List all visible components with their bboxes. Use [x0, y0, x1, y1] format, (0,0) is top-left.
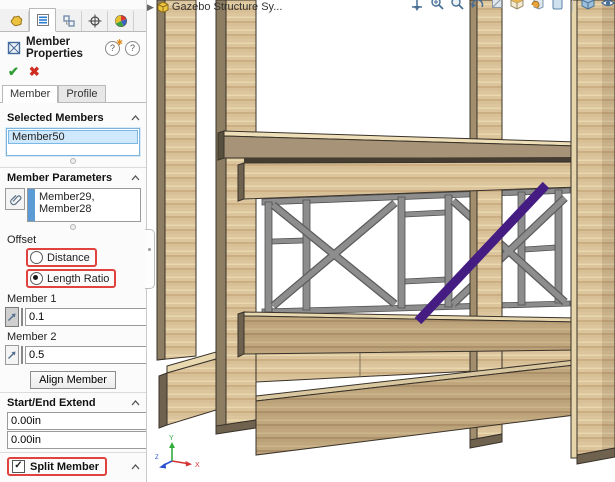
property-manager-tab[interactable]: [29, 8, 56, 32]
member1-flip-button[interactable]: [5, 307, 19, 327]
section-view-icon[interactable]: [490, 0, 505, 12]
split-member-header[interactable]: ✓ Split Member: [0, 453, 146, 478]
link-members-button[interactable]: [5, 188, 25, 210]
collapse-chevron-icon[interactable]: [131, 400, 140, 406]
whats-new-help-icon[interactable]: ?✱: [105, 41, 120, 56]
collapse-chevron-icon[interactable]: [131, 464, 140, 470]
configuration-icon: [62, 14, 76, 28]
arrow-ne-icon: [6, 311, 18, 323]
member2-label: Member 2: [0, 327, 146, 344]
member-properties-icon: [7, 41, 21, 55]
member1-color-swatch: [21, 308, 23, 326]
based-on-label: Based On:: [0, 478, 146, 482]
feature-tree-root[interactable]: ▶ Gazebo Structure Sy...: [147, 1, 282, 13]
paperclip-icon: [9, 193, 22, 206]
previous-view-icon[interactable]: [470, 0, 485, 12]
cancel-x-icon[interactable]: ✖: [29, 64, 40, 80]
arrow-ne-icon: [6, 349, 18, 361]
extend-end-input[interactable]: [7, 431, 147, 449]
ok-check-icon[interactable]: ✔: [8, 64, 19, 80]
graphics-viewport[interactable]: ▶ Gazebo Structure Sy...: [147, 0, 615, 482]
heads-up-toolbar: [410, 0, 615, 12]
color-wheel-icon: [114, 14, 128, 28]
wood-structure: [157, 0, 577, 455]
zoom-to-fit-icon[interactable]: [430, 0, 445, 12]
z-axis-label: Z: [155, 455, 159, 461]
y-axis-arrow: [169, 442, 175, 448]
selected-members-list[interactable]: Member50: [6, 128, 140, 156]
left-post-b: [216, 0, 256, 434]
distance-radio-annotation: Distance: [26, 248, 97, 267]
member2-ratio-input[interactable]: [25, 346, 147, 364]
features-icon: [9, 14, 23, 28]
toolbar-separator: [572, 0, 573, 12]
member2-flip-button[interactable]: [5, 345, 19, 365]
resize-grip[interactable]: [70, 158, 76, 164]
distance-radio[interactable]: [30, 251, 43, 264]
help-icon[interactable]: ?: [125, 41, 140, 56]
collapse-chevron-icon[interactable]: [131, 175, 140, 181]
display-manager-tab[interactable]: [108, 11, 134, 31]
zoom-to-area-icon[interactable]: [450, 0, 465, 12]
z-axis-arrow: [159, 463, 166, 469]
length-ratio-radio-annotation: Length Ratio: [26, 269, 116, 288]
align-member-button[interactable]: Align Member: [30, 371, 116, 389]
tree-expand-icon[interactable]: ▶: [147, 2, 154, 13]
y-axis-label: Y: [169, 435, 174, 442]
right-post: [571, 0, 615, 464]
bottom-rail: [238, 312, 577, 357]
distance-radio-label: Distance: [47, 252, 90, 264]
member1-ratio-input[interactable]: [25, 308, 147, 326]
assembly-icon: [157, 1, 169, 13]
x-axis-arrow: [186, 461, 193, 467]
page-title: Member Properties: [26, 36, 100, 60]
offset-label: Offset: [0, 230, 146, 247]
corner-board: [159, 352, 216, 428]
parameters-color-bar: [28, 189, 35, 221]
split-member-annotation: ✓ Split Member: [7, 457, 107, 476]
view-cube-icon[interactable]: [580, 0, 596, 12]
hide-show-items-icon[interactable]: [530, 0, 545, 12]
start-end-extend-header[interactable]: Start/End Extend: [0, 393, 146, 411]
selected-members-header[interactable]: Selected Members: [0, 108, 146, 126]
member-parameters-header[interactable]: Member Parameters: [0, 168, 146, 186]
solidworks-window: Member Properties ?✱ ? ✔ ✖ Member Profil…: [0, 0, 615, 482]
target-icon: [88, 14, 102, 28]
member-parameters-list[interactable]: Member29, Member28: [27, 188, 141, 222]
view-orientation-icon[interactable]: [410, 0, 425, 12]
features-tab[interactable]: [3, 11, 29, 31]
length-ratio-radio-label: Length Ratio: [47, 273, 109, 285]
x-axis-label: X: [195, 462, 200, 469]
gazebo-3d-model[interactable]: X Y Z: [155, 0, 615, 482]
extend-start-input[interactable]: [7, 412, 147, 430]
member2-color-swatch: [21, 346, 23, 364]
split-member-label: Split Member: [30, 461, 99, 473]
split-member-checkbox[interactable]: ✓: [12, 460, 25, 473]
member1-label: Member 1: [0, 289, 146, 306]
parameters-value: Member29, Member28: [35, 189, 140, 221]
tab-member[interactable]: Member: [2, 85, 58, 103]
edit-appearance-icon[interactable]: [550, 0, 565, 12]
panel-flyout-handle[interactable]: [145, 229, 155, 289]
left-post-a: [157, 0, 196, 360]
property-manager-icon: [36, 13, 50, 27]
collapse-chevron-icon[interactable]: [131, 115, 140, 121]
length-ratio-radio[interactable]: [30, 272, 43, 285]
feature-tree-label[interactable]: Gazebo Structure Sy...: [172, 1, 282, 13]
list-item[interactable]: Member50: [8, 130, 138, 144]
configuration-tab[interactable]: [56, 11, 82, 31]
manager-tab-bar: [0, 9, 146, 32]
dimxpert-tab[interactable]: [82, 11, 108, 31]
display-style-icon[interactable]: [510, 0, 525, 12]
eye-icon[interactable]: [601, 0, 615, 12]
tab-profile[interactable]: Profile: [58, 85, 105, 102]
property-manager-panel: Member Properties ?✱ ? ✔ ✖ Member Profil…: [0, 0, 147, 482]
origin-triad: X Y Z: [155, 435, 200, 469]
